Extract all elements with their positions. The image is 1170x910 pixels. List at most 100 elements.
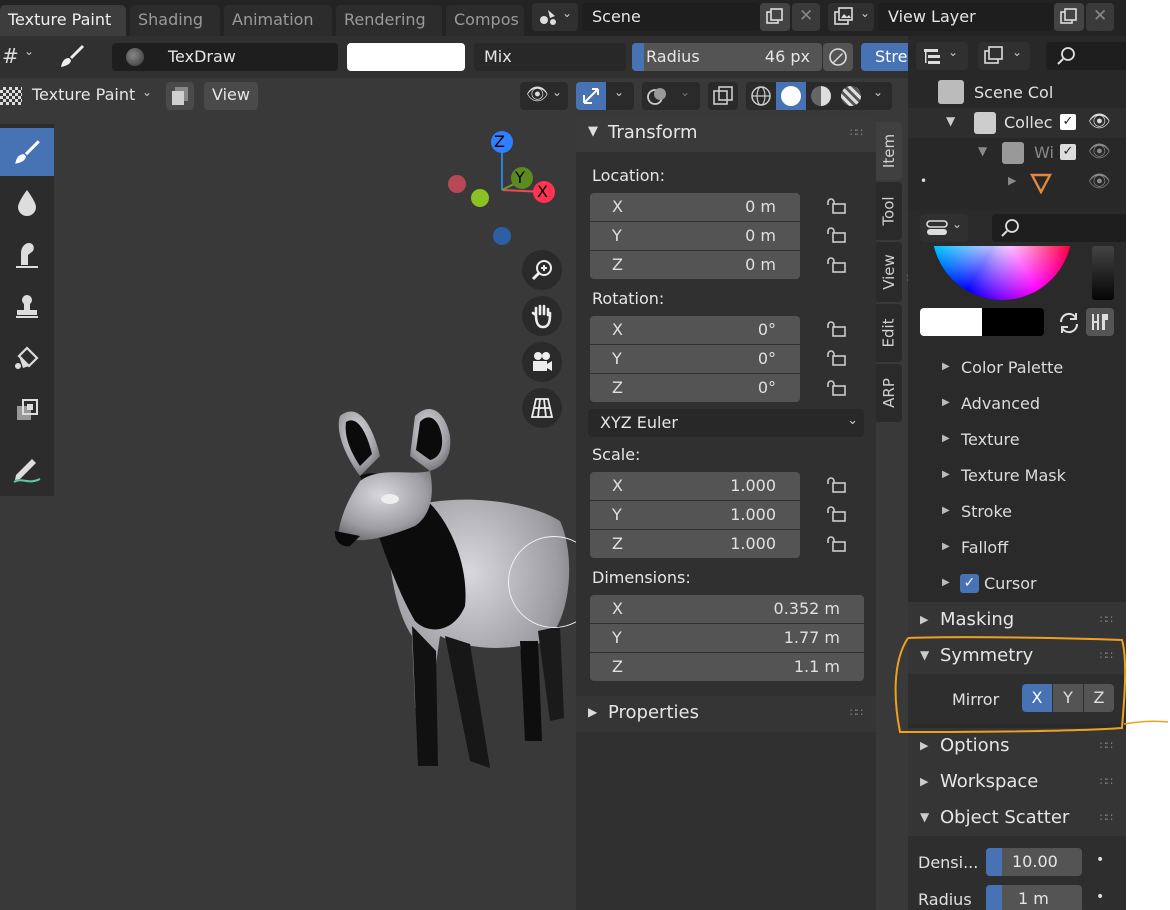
- subpanel-texture-mask[interactable]: ▶ Texture Mask: [908, 458, 1126, 494]
- outliner-row-mesh[interactable]: • ▶ 👁: [908, 168, 1126, 198]
- swap-colors-icon[interactable]: [1056, 310, 1082, 336]
- gizmo-toggle[interactable]: [576, 82, 606, 110]
- subpanel-advanced[interactable]: ▶ Advanced: [908, 386, 1126, 422]
- color-wheel[interactable]: [932, 246, 1072, 300]
- subpanel-color-palette[interactable]: ▶ Color Palette: [908, 350, 1126, 386]
- object-scatter-section-header[interactable]: ▼ Object Scatter ∷∷: [908, 800, 1126, 836]
- drag-grip-icon[interactable]: ∷∷: [1100, 775, 1113, 788]
- value-slider[interactable]: [1092, 246, 1114, 300]
- new-scene-button[interactable]: [760, 3, 790, 31]
- scene-type-button[interactable]: ⌄: [532, 3, 578, 31]
- animate-dot-icon[interactable]: •: [1096, 889, 1104, 905]
- eye-icon[interactable]: 👁: [1088, 171, 1111, 192]
- shading-wireframe[interactable]: [746, 82, 776, 110]
- drag-grip-icon[interactable]: ∷∷: [1100, 739, 1113, 752]
- dimensions-y-field[interactable]: Y 1.77 m: [590, 624, 864, 652]
- tab-texture-paint[interactable]: Texture Paint: [0, 5, 126, 36]
- location-z-field[interactable]: Z 0 m: [590, 251, 800, 279]
- camera-view-button[interactable]: [522, 342, 562, 382]
- filter-dropdown[interactable]: ⌄: [978, 42, 1030, 70]
- eye-icon[interactable]: 👁: [1088, 111, 1111, 132]
- tab-view[interactable]: View: [876, 242, 902, 302]
- tool-annotate[interactable]: [0, 446, 54, 494]
- tab-edit[interactable]: Edit: [876, 304, 902, 362]
- brush-browse-button[interactable]: [112, 43, 158, 71]
- tab-compositing[interactable]: Compos: [446, 5, 524, 36]
- overlays-toggle[interactable]: [642, 82, 672, 110]
- dimensions-x-field[interactable]: X 0.352 m: [590, 595, 864, 623]
- lock-icon[interactable]: [826, 380, 848, 396]
- tab-animation[interactable]: Animation: [224, 5, 332, 36]
- drag-grip-icon[interactable]: ∷∷: [850, 126, 863, 139]
- rotation-y-field[interactable]: Y 0°: [590, 345, 800, 373]
- tool-clone[interactable]: [0, 282, 54, 330]
- brush-color-swatch[interactable]: [347, 43, 465, 71]
- strength-slider[interactable]: Stre: [861, 43, 908, 71]
- tab-rendering[interactable]: Rendering: [336, 5, 442, 36]
- scatter-radius-slider[interactable]: 1 m: [986, 885, 1082, 910]
- scale-y-field[interactable]: Y 1.000: [590, 501, 800, 529]
- outliner-search-input[interactable]: [1046, 42, 1126, 70]
- new-view-layer-button[interactable]: [1054, 3, 1084, 31]
- scene-name-field[interactable]: Scene: [582, 3, 760, 31]
- lock-icon[interactable]: [826, 257, 848, 273]
- view-layer-type-button[interactable]: ⌄: [828, 3, 874, 31]
- drag-grip-icon[interactable]: ∷∷: [850, 706, 863, 719]
- tab-tool[interactable]: Tool: [876, 182, 902, 240]
- color-eyedropper-button[interactable]: [1086, 308, 1114, 336]
- checkbox-icon[interactable]: ✓: [1060, 114, 1076, 130]
- properties-section-header[interactable]: ▶ Properties ∷∷: [576, 696, 876, 732]
- brush-tool-icon-button[interactable]: [54, 42, 90, 72]
- location-y-field[interactable]: Y 0 m: [590, 222, 800, 250]
- rotation-mode-dropdown[interactable]: XYZ Euler ⌄: [588, 409, 864, 437]
- view-layer-name-field[interactable]: View Layer: [878, 3, 1054, 31]
- eye-icon[interactable]: 👁: [1088, 141, 1111, 162]
- mode-selector[interactable]: Texture Paint ⌄: [0, 82, 160, 110]
- shading-material[interactable]: [806, 82, 836, 110]
- scale-x-field[interactable]: X 1.000: [590, 472, 800, 500]
- cursor-checkbox[interactable]: ✓: [960, 574, 979, 593]
- shading-solid[interactable]: [776, 82, 806, 110]
- checkbox-icon[interactable]: ✓: [1060, 144, 1076, 160]
- radius-slider[interactable]: Radius 46 px: [632, 43, 822, 71]
- lock-icon[interactable]: [826, 350, 848, 366]
- drag-grip-icon[interactable]: ∷∷: [1100, 811, 1113, 824]
- lock-icon[interactable]: [826, 536, 848, 552]
- primary-color-swatch[interactable]: [920, 308, 982, 336]
- scale-z-field[interactable]: Z 1.000: [590, 530, 800, 558]
- tool-mask[interactable]: [0, 386, 54, 434]
- delete-scene-button[interactable]: ✕: [792, 3, 820, 31]
- lock-icon[interactable]: [826, 477, 848, 493]
- dimensions-z-field[interactable]: Z 1.1 m: [590, 653, 864, 681]
- tab-shading[interactable]: Shading: [130, 5, 220, 36]
- fox-model[interactable]: [320, 396, 600, 786]
- delete-view-layer-button[interactable]: ✕: [1086, 3, 1114, 31]
- properties-search-input[interactable]: [992, 214, 1126, 242]
- shading-options[interactable]: ⌄: [866, 82, 892, 110]
- display-mode-dropdown[interactable]: ⌄: [916, 42, 968, 70]
- zoom-button[interactable]: [522, 250, 562, 290]
- location-x-field[interactable]: X 0 m: [590, 193, 800, 221]
- rotation-x-field[interactable]: X 0°: [590, 316, 800, 344]
- outliner-row-wi[interactable]: ▼ Wi ✓ 👁: [908, 138, 1126, 168]
- transform-section-header[interactable]: ▼ Transform ∷∷: [576, 116, 876, 152]
- visibility-dropdown[interactable]: 👁 ⌄: [520, 82, 568, 110]
- subpanel-falloff[interactable]: ▶ Falloff: [908, 530, 1126, 566]
- rotation-z-field[interactable]: Z 0°: [590, 374, 800, 402]
- tab-item[interactable]: Item: [876, 122, 902, 180]
- snap-button[interactable]: # ⌄: [0, 42, 40, 72]
- tool-soften[interactable]: [0, 178, 54, 226]
- outliner-row-collection[interactable]: ▼ Collec ✓ 👁: [908, 108, 1126, 138]
- tool-smear[interactable]: [0, 230, 54, 278]
- tool-fill[interactable]: [0, 334, 54, 382]
- properties-tab-dropdown[interactable]: ⌄: [920, 214, 968, 242]
- blend-mode-dropdown[interactable]: Mix: [474, 43, 626, 71]
- pressure-radius-button[interactable]: [823, 43, 853, 71]
- brush-name-field[interactable]: TexDraw: [158, 43, 338, 71]
- tool-draw[interactable]: [0, 128, 54, 176]
- navigation-gizmo[interactable]: Z Y X: [440, 128, 560, 248]
- overlays-options[interactable]: ⌄: [672, 82, 700, 110]
- paint-mask-toggle[interactable]: [166, 82, 194, 110]
- pan-button[interactable]: [522, 296, 562, 336]
- lock-icon[interactable]: [826, 227, 848, 243]
